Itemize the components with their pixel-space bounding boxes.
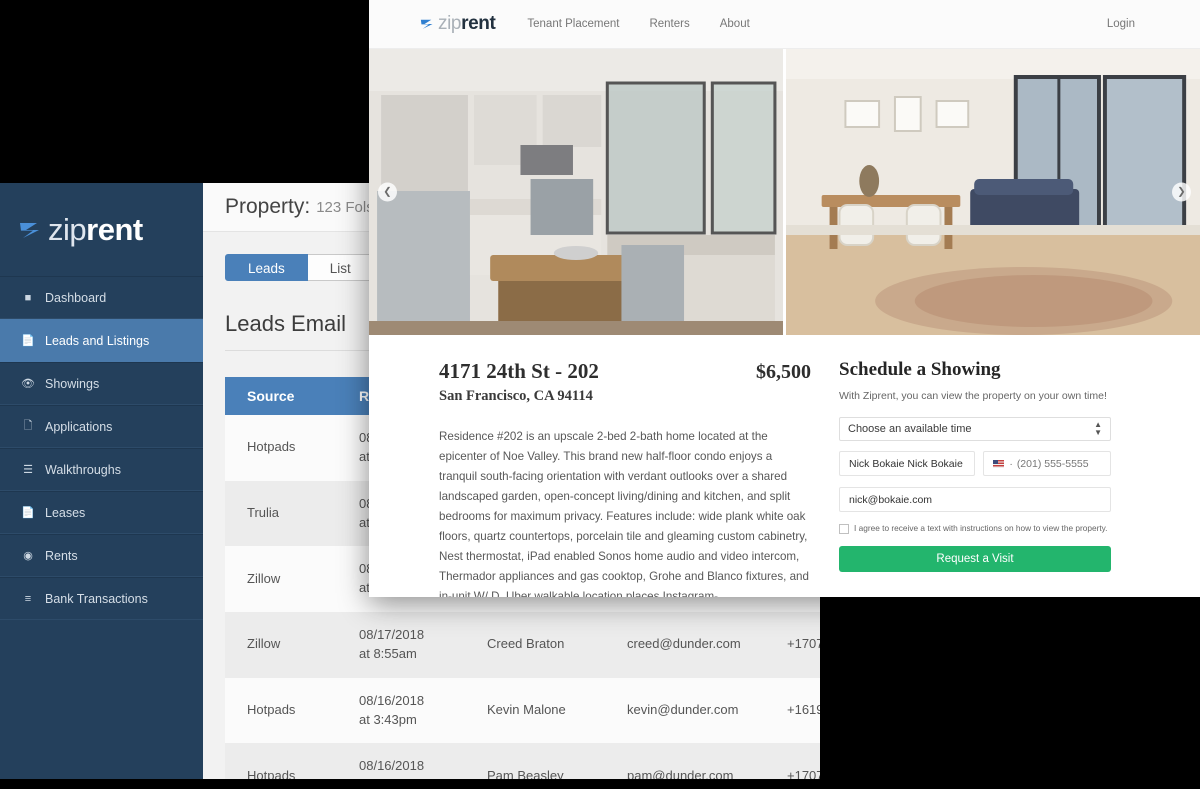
sidebar-item-dashboard[interactable]: ■ Dashboard <box>0 276 203 319</box>
cell-source: Zillow <box>247 570 281 586</box>
schedule-showing-form: Schedule a Showing With Ziprent, you can… <box>839 359 1129 597</box>
cell-phone: +17076 <box>787 636 820 652</box>
email-field[interactable]: nick@bokaie.com <box>839 487 1111 513</box>
cell-received: 08/16/2018 at 3:43pm <box>359 692 425 727</box>
cell-name: Pam Beasley <box>487 767 564 779</box>
name-value: Nick Bokaie Nick Bokaie <box>849 457 963 470</box>
available-time-value: Choose an available time <box>848 423 972 436</box>
site-navbar: zip rent Tenant Placement Renters About L… <box>369 0 1200 49</box>
sidebar-item-label: Leads and Listings <box>45 333 150 348</box>
sidebar-item-label: Showings <box>45 376 100 391</box>
page-title: Property: <box>225 195 311 218</box>
sidebar-item-bank-transactions[interactable]: ≡ Bank Transactions <box>0 577 203 620</box>
nav-link-tenant-placement[interactable]: Tenant Placement <box>527 18 619 30</box>
app-sidebar: zip rent ■ Dashboard 📄 Leads and Listings… <box>0 183 203 779</box>
login-link[interactable]: Login <box>1107 18 1135 30</box>
listing-info: 4171 24th St - 202 $6,500 San Francisco,… <box>369 359 839 597</box>
sidebar-logo[interactable]: zip rent <box>0 183 203 276</box>
sidebar-item-label: Walkthroughs <box>45 462 121 477</box>
sidebar-item-showings[interactable]: 👁 Showings <box>0 362 203 405</box>
available-time-select[interactable]: Choose an available time ▲ ▼ <box>839 417 1111 442</box>
sidebar-item-leads-and-listings[interactable]: 📄 Leads and Listings <box>0 319 203 362</box>
listing-city-state-zip: San Francisco, CA 94114 <box>439 388 593 404</box>
name-field[interactable]: Nick Bokaie Nick Bokaie <box>839 451 976 477</box>
screen-root: zip rent ■ Dashboard 📄 Leads and Listings… <box>0 0 1200 789</box>
cell-name: Kevin Malone <box>487 702 566 718</box>
logo-text-zip: zip <box>48 212 87 247</box>
cell-received: 08/16/2018at 12:32pm <box>359 758 425 779</box>
table-row[interactable]: Zillow 08/17/2018 at 8:55am Creed Braton … <box>225 612 820 678</box>
money-icon: ◉ <box>23 550 33 562</box>
cell-received: 08/17/2018 at 8:55am <box>359 627 425 661</box>
sidebar-item-label: Leases <box>45 505 86 520</box>
cell-email: pam@dunder.com <box>627 767 734 779</box>
cell-source: Zillow <box>247 636 281 652</box>
site-logo[interactable]: zip rent <box>419 13 496 35</box>
logo-text-rent: rent <box>461 13 496 34</box>
name-phone-row: Nick Bokaie Nick Bokaie · (201) 555-5555 <box>839 451 1111 477</box>
table-row[interactable]: Hotpads 08/16/2018 at 3:43pm Kevin Malone… <box>225 677 820 744</box>
gallery-prev-button[interactable]: ❮ <box>378 182 397 202</box>
phone-separator: · <box>1009 457 1013 470</box>
sidebar-item-applications[interactable]: 🗋 Applications <box>0 405 203 448</box>
cell-phone: +17079 <box>787 767 820 779</box>
phone-field[interactable]: · (201) 555-5555 <box>983 451 1111 477</box>
cell-email: creed@dunder.com <box>627 636 741 652</box>
ziprent-arrow-icon <box>17 217 43 243</box>
table-row[interactable]: Hotpads 08/16/2018at 12:32pm Pam Beasley… <box>225 743 820 779</box>
listing-price: $6,500 <box>756 361 811 383</box>
kitchen-photo[interactable]: ❮ <box>369 49 783 335</box>
ziprent-site-window: zip rent Tenant Placement Renters About L… <box>369 0 1200 597</box>
cell-email: kevin@dunder.com <box>627 702 739 718</box>
sidebar-item-leases[interactable]: 📄 Leases <box>0 491 203 534</box>
eye-icon: 👁 <box>21 378 35 390</box>
consent-label: I agree to receive a text with instructi… <box>854 523 1108 534</box>
sidebar-item-walkthroughs[interactable]: ☰ Walkthroughs <box>0 448 203 491</box>
page-icon: 📄 <box>21 507 35 519</box>
sidebar-item-rents[interactable]: ◉ Rents <box>0 534 203 577</box>
sidebar-item-label: Rents <box>45 548 78 563</box>
listing-description: Residence #202 is an upscale 2-bed 2-bat… <box>439 430 809 597</box>
listing-detail-body: 4171 24th St - 202 $6,500 San Francisco,… <box>369 335 1200 597</box>
schedule-title: Schedule a Showing <box>839 359 1001 380</box>
cell-name: Creed Braton <box>487 636 565 652</box>
living-room-photo[interactable]: ❯ <box>783 49 1200 335</box>
logo-text-rent: rent <box>86 212 143 247</box>
sidebar-item-label: Dashboard <box>45 290 107 305</box>
us-flag-icon <box>993 459 1005 468</box>
consent-row[interactable]: I agree to receive a text with instructi… <box>839 523 1111 535</box>
cell-source: Hotpads <box>247 439 296 455</box>
document-icon: 📄 <box>21 335 35 347</box>
sidebar-item-label: Bank Transactions <box>45 591 148 606</box>
cell-phone: +16195 <box>787 702 820 718</box>
listing-header: 4171 24th St - 202 $6,500 <box>439 359 811 384</box>
cell-source: Trulia <box>247 505 280 521</box>
schedule-subtitle: With Ziprent, you can view the property … <box>839 390 1107 402</box>
nav-link-about[interactable]: About <box>720 18 750 30</box>
sidebar-item-label: Applications <box>45 419 113 434</box>
logo-text-zip: zip <box>438 13 462 34</box>
property-photo-gallery: ❮ ❯ <box>369 49 1200 335</box>
page-title-address: 123 Fols <box>316 198 374 216</box>
list-icon: ☰ <box>23 464 33 476</box>
spinner-arrows-icon: ▲ ▼ <box>1094 420 1102 438</box>
ziprent-arrow-icon <box>419 16 435 32</box>
gallery-next-button[interactable]: ❯ <box>1172 182 1191 202</box>
request-visit-button[interactable]: Request a Visit <box>839 546 1111 573</box>
cell-source: Hotpads <box>247 767 296 779</box>
home-icon: ■ <box>24 291 32 304</box>
tab-leads[interactable]: Leads <box>225 254 308 281</box>
cell-source: Hotpads <box>247 702 296 718</box>
column-header-source[interactable]: Source <box>225 377 337 415</box>
file-icon: 🗋 <box>23 420 33 432</box>
nav-link-renters[interactable]: Renters <box>649 18 689 30</box>
site-nav-links: Tenant Placement Renters About <box>527 18 749 30</box>
tab-listings[interactable]: List <box>307 254 374 281</box>
consent-checkbox[interactable] <box>839 524 849 535</box>
email-value: nick@bokaie.com <box>849 493 933 506</box>
bank-list-icon: ≡ <box>24 592 32 605</box>
listing-address: 4171 24th St - 202 <box>439 359 599 383</box>
phone-value: (201) 555-5555 <box>1016 457 1089 470</box>
